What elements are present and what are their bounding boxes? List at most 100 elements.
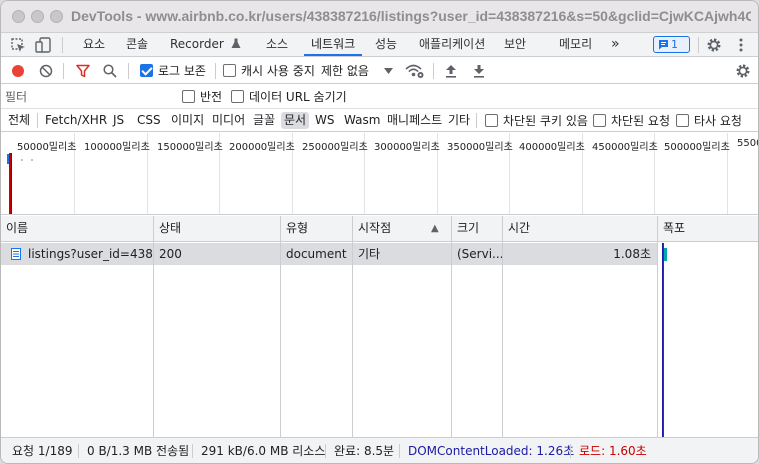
filter-bar: 반전 데이터 URL 숨기기: [1, 85, 758, 109]
overview-tick-label: 100000밀리초: [84, 142, 150, 153]
table-header: 이름 상태 유형 시작점 ▲ 크기 시간 폭포: [1, 216, 758, 242]
filter-input[interactable]: [5, 88, 171, 106]
type-filter-all[interactable]: 전체: [5, 112, 33, 129]
toolbar-separator: [128, 63, 129, 79]
status-requests: 요청 1/189: [12, 444, 73, 458]
device-toolbar-icon[interactable]: [35, 37, 52, 53]
third-party-checkbox[interactable]: [676, 114, 689, 127]
more-tabs-button[interactable]: »: [611, 33, 620, 56]
tab-application[interactable]: 애플리케이션: [419, 33, 485, 56]
devtools-window: DevTools - www.airbnb.co.kr/users/438387…: [0, 0, 759, 464]
request-status: 200: [159, 247, 182, 261]
type-filter-css[interactable]: CSS: [134, 112, 164, 129]
preserve-log-checkbox[interactable]: [140, 64, 153, 77]
type-filter-js[interactable]: JS: [110, 112, 127, 129]
dcl-marker-line: [662, 243, 663, 437]
experiment-flask-icon: [231, 38, 241, 48]
type-filter-other[interactable]: 기타: [445, 112, 473, 129]
tab-recorder[interactable]: Recorder: [170, 33, 241, 56]
column-header-waterfall[interactable]: 폭포: [658, 216, 758, 242]
overview-tick-label: 200000밀리초: [229, 142, 295, 153]
column-header-name[interactable]: 이름: [1, 216, 153, 242]
column-header-type[interactable]: 유형: [281, 216, 352, 242]
filter-icon[interactable]: [76, 64, 90, 78]
disable-cache-checkbox[interactable]: [223, 64, 236, 77]
type-filter-fetch-xhr[interactable]: Fetch/XHR: [42, 112, 110, 129]
overview-tick-label: 300000밀리초: [374, 142, 440, 153]
column-divider: [502, 216, 503, 437]
search-icon[interactable]: [103, 64, 117, 78]
zoom-window-button[interactable]: [50, 10, 63, 23]
blocked-cookies-checkbox[interactable]: [485, 114, 498, 127]
tab-security[interactable]: 보안: [504, 33, 526, 56]
toolbar-separator: [215, 63, 216, 79]
issues-badge[interactable]: 1: [653, 36, 690, 53]
type-filter-separator: [476, 113, 477, 128]
export-har-icon[interactable]: [473, 64, 485, 78]
window-title: DevTools - www.airbnb.co.kr/users/438387…: [71, 8, 751, 24]
tab-performance[interactable]: 성능: [375, 33, 397, 56]
import-har-icon[interactable]: [445, 64, 457, 78]
inspect-element-icon[interactable]: [11, 38, 26, 53]
tab-sources[interactable]: 소스: [266, 33, 288, 56]
request-name: listings?user_id=438...: [28, 247, 153, 261]
chevron-down-icon[interactable]: [384, 68, 393, 74]
toolbar-separator: [433, 63, 434, 79]
status-separator: [78, 444, 79, 458]
overview-request-dot: [31, 159, 33, 161]
status-separator: [570, 444, 571, 458]
network-conditions-icon[interactable]: [405, 63, 424, 79]
third-party-label: 타사 요청: [694, 114, 742, 128]
clear-icon[interactable]: [39, 64, 53, 78]
blocked-cookies-label: 차단된 쿠키 있음: [503, 114, 588, 128]
column-header-initiator[interactable]: 시작점: [353, 216, 429, 242]
type-filter-ws[interactable]: WS: [312, 112, 337, 129]
hide-data-urls-label: 데이터 URL 숨기기: [249, 90, 347, 104]
status-transferred: 0 B/1.3 MB 전송됨: [87, 444, 190, 458]
more-options-icon[interactable]: [738, 38, 744, 52]
request-type: document: [286, 247, 347, 261]
type-filter-font[interactable]: 글꼴: [250, 112, 278, 129]
document-icon: [11, 248, 21, 260]
status-finish: 완료: 8.5분: [334, 444, 395, 458]
minimize-window-button[interactable]: [31, 10, 44, 23]
throttling-select[interactable]: 제한 없음: [321, 64, 369, 78]
status-dom-content-loaded: DOMContentLoaded: 1.26초: [408, 444, 575, 458]
record-icon[interactable]: [11, 64, 25, 78]
column-divider: [451, 216, 452, 437]
toolbar-separator: [63, 63, 64, 79]
requests-table: 이름 상태 유형 시작점 ▲ 크기 시간 폭포 listings?user_id…: [1, 216, 758, 437]
network-settings-gear-icon[interactable]: [735, 63, 751, 79]
sort-ascending-icon: ▲: [431, 223, 439, 234]
status-separator: [325, 444, 326, 458]
type-filter-img[interactable]: 이미지: [168, 112, 207, 129]
overview-tick-label: 450000밀리초: [592, 142, 658, 153]
type-filter-manifest[interactable]: 매니페스트: [384, 112, 445, 129]
overview-tick-label: 400000밀리초: [519, 142, 585, 153]
tab-console[interactable]: 콘솔: [126, 33, 148, 56]
type-filter-wasm[interactable]: Wasm: [341, 112, 383, 129]
tab-separator: [62, 37, 63, 53]
throttling-value: 제한 없음: [321, 64, 369, 78]
status-separator: [399, 444, 400, 458]
status-load: 로드: 1.60초: [579, 444, 647, 458]
overview-tick-label: 250000밀리초: [302, 142, 368, 153]
tab-network[interactable]: 네트워크: [304, 33, 363, 56]
timeline-overview[interactable]: 50000밀리초 100000밀리초 150000밀리초 200000밀리초 2…: [1, 133, 758, 215]
column-header-size[interactable]: 크기: [452, 216, 502, 242]
type-filter-media[interactable]: 미디어: [209, 112, 248, 129]
overview-tick-label: 5500: [737, 138, 758, 149]
close-window-button[interactable]: [12, 10, 25, 23]
settings-gear-icon[interactable]: [706, 37, 722, 53]
column-header-status[interactable]: 상태: [154, 216, 280, 242]
table-row[interactable]: listings?user_id=438... 200 document 기타 …: [1, 243, 658, 265]
hide-data-urls-checkbox[interactable]: [231, 90, 244, 103]
type-filter-doc[interactable]: 문서: [281, 112, 310, 129]
column-header-time[interactable]: 시간: [503, 216, 657, 242]
tab-memory[interactable]: 메모리: [559, 33, 592, 56]
column-divider: [657, 216, 658, 437]
tab-elements[interactable]: 요소: [83, 33, 105, 56]
overview-tick-label: 350000밀리초: [447, 142, 513, 153]
invert-checkbox[interactable]: [182, 90, 195, 103]
blocked-requests-checkbox[interactable]: [593, 114, 606, 127]
